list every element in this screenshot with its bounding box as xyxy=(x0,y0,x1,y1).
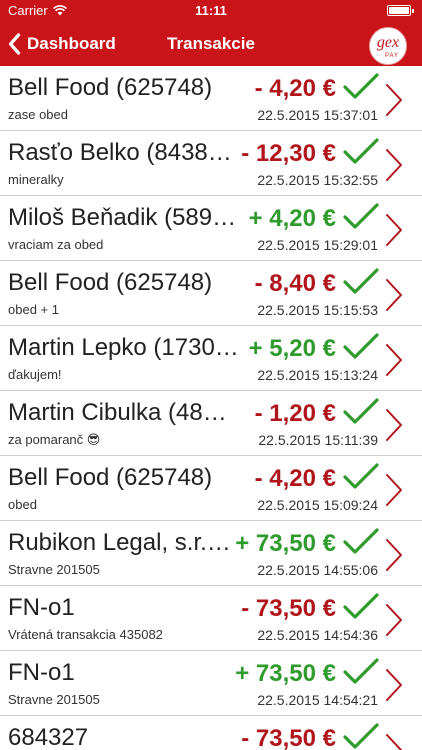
transaction-note: Stravne 201505 xyxy=(8,562,100,577)
transaction-note: Stravne 201505 xyxy=(8,692,100,707)
chevron-right-icon xyxy=(386,409,402,441)
transaction-row[interactable]: FN-o1 Stravne 201505 + 73,50 € 22.5.2015 14… xyxy=(0,651,422,716)
transaction-amount: - 73,50 € xyxy=(241,725,336,750)
checkmark-icon xyxy=(343,73,379,99)
chevron-right-icon xyxy=(386,604,402,636)
transaction-datetime: 22.5.2015 15:37:01 xyxy=(257,107,378,123)
transaction-datetime: 22.5.2015 14:55:06 xyxy=(257,562,378,578)
transaction-amount: + 5,20 € xyxy=(248,335,336,362)
transaction-counterparty: Rubikon Legal, s.r.… xyxy=(8,529,231,556)
transaction-row[interactable]: Bell Food (625748) obed - 4,20 € 22.5.2015 … xyxy=(0,456,422,521)
transaction-datetime: 22.5.2015 15:29:01 xyxy=(257,237,378,253)
transaction-datetime: 22.5.2015 14:54:36 xyxy=(257,627,378,643)
logo-text: gex xyxy=(377,34,399,51)
navigation-bar: Dashboard Transakcie gex PAY xyxy=(0,22,422,66)
chevron-right-icon xyxy=(386,734,402,750)
transaction-row[interactable]: 684327 - 73,50 € xyxy=(0,716,422,750)
transaction-amount: - 12,30 € xyxy=(241,140,336,167)
transaction-datetime: 22.5.2015 15:13:24 xyxy=(257,367,378,383)
transaction-counterparty: FN-o1 xyxy=(8,659,75,686)
transaction-amount: + 4,20 € xyxy=(248,205,336,232)
transaction-row[interactable]: FN-o1 Vrátená transakcia 435082 - 73,50 € 2… xyxy=(0,586,422,651)
transaction-datetime: 22.5.2015 14:54:21 xyxy=(257,692,378,708)
transaction-note: obed xyxy=(8,497,37,512)
checkmark-icon xyxy=(343,203,379,229)
transaction-datetime: 22.5.2015 15:32:55 xyxy=(257,172,378,188)
transaction-amount: + 73,50 € xyxy=(235,660,336,687)
transaction-note: mineralky xyxy=(8,172,64,187)
transaction-counterparty: Rasťo Belko (84381… xyxy=(8,139,240,166)
checkmark-icon xyxy=(343,593,379,619)
transaction-note: za pomaranč 😎 xyxy=(8,432,101,447)
transaction-amount: - 73,50 € xyxy=(241,595,336,622)
transaction-note: ďakujem! xyxy=(8,367,62,382)
chevron-right-icon xyxy=(386,474,402,506)
transaction-counterparty: Martin Lepko (1730… xyxy=(8,334,239,361)
transaction-datetime: 22.5.2015 15:09:24 xyxy=(257,497,378,513)
transaction-datetime: 22.5.2015 15:15:53 xyxy=(257,302,378,318)
transaction-row[interactable]: Martin Lepko (1730… ďakujem! + 5,20 € 22.5.… xyxy=(0,326,422,391)
chevron-right-icon xyxy=(386,84,402,116)
transaction-list[interactable]: Bell Food (625748) zase obed - 4,20 € 22.5.… xyxy=(0,66,422,750)
checkmark-icon xyxy=(343,723,379,749)
checkmark-icon xyxy=(343,528,379,554)
checkmark-icon xyxy=(343,398,379,424)
transaction-counterparty: Bell Food (625748) xyxy=(8,74,213,101)
chevron-right-icon xyxy=(386,539,402,571)
transaction-counterparty: FN-o1 xyxy=(8,594,75,621)
status-bar: Carrier 11:11 xyxy=(0,0,422,22)
transaction-datetime: 22.5.2015 15:11:39 xyxy=(258,432,378,448)
checkmark-icon xyxy=(343,333,379,359)
chevron-left-icon xyxy=(8,33,21,55)
transaction-counterparty: Bell Food (625748) xyxy=(8,269,213,296)
logo-subtext: PAY xyxy=(385,53,399,59)
transaction-counterparty: Martin Cibulka (4816… xyxy=(8,399,240,426)
transaction-row[interactable]: Rasťo Belko (84381… mineralky - 12,30 € 22.… xyxy=(0,131,422,196)
checkmark-icon xyxy=(343,268,379,294)
transaction-row[interactable]: Bell Food (625748) obed + 1 - 8,40 € 22.5.2… xyxy=(0,261,422,326)
checkmark-icon xyxy=(343,138,379,164)
chevron-right-icon xyxy=(386,279,402,311)
checkmark-icon xyxy=(343,658,379,684)
transaction-note: vraciam za obed xyxy=(8,237,104,252)
gex-pay-logo[interactable]: gex PAY xyxy=(368,26,408,71)
battery-icon xyxy=(387,5,414,16)
chevron-right-icon xyxy=(386,149,402,181)
transaction-note: zase obed xyxy=(8,107,68,122)
transaction-amount: - 8,40 € xyxy=(254,270,336,297)
transaction-amount: - 4,20 € xyxy=(254,75,336,102)
transaction-row[interactable]: Miloš Beňadik (5892… vraciam za obed + 4,2… xyxy=(0,196,422,261)
back-label: Dashboard xyxy=(27,34,116,53)
transaction-counterparty: 684327 xyxy=(8,724,89,750)
transaction-row[interactable]: Martin Cibulka (4816… za pomaranč 😎 - 1,20… xyxy=(0,391,422,456)
transaction-row[interactable]: Bell Food (625748) zase obed - 4,20 € 22.5.… xyxy=(0,66,422,131)
transaction-amount: - 4,20 € xyxy=(254,465,336,492)
transaction-amount: - 1,20 € xyxy=(254,400,336,427)
transaction-counterparty: Miloš Beňadik (5892… xyxy=(8,204,240,231)
clock: 11:11 xyxy=(195,3,227,18)
chevron-right-icon xyxy=(386,214,402,246)
back-button[interactable]: Dashboard xyxy=(8,22,116,66)
transaction-counterparty: Bell Food (625748) xyxy=(8,464,213,491)
transaction-row[interactable]: Rubikon Legal, s.r.… Stravne 201505 + 73,5… xyxy=(0,521,422,586)
transaction-note: Vrátená transakcia 435082 xyxy=(8,627,163,642)
transaction-note: obed + 1 xyxy=(8,302,59,317)
checkmark-icon xyxy=(343,463,379,489)
transaction-amount: + 73,50 € xyxy=(235,530,336,557)
chevron-right-icon xyxy=(386,669,402,701)
chevron-right-icon xyxy=(386,344,402,376)
